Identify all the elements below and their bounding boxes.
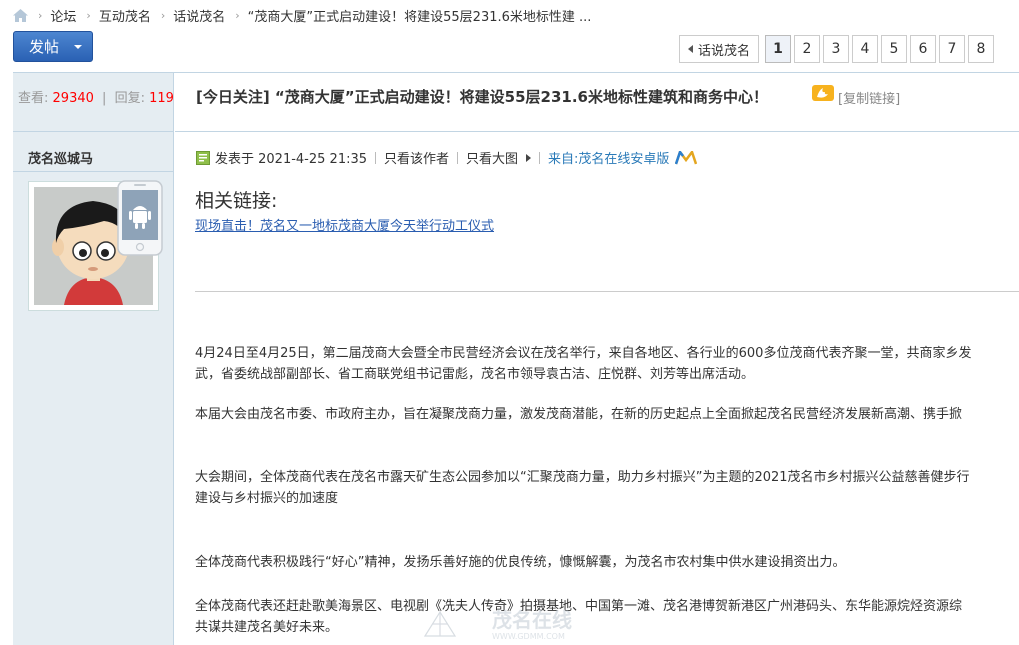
content-divider xyxy=(195,291,1019,292)
breadcrumb-item-forum[interactable]: 论坛 xyxy=(50,6,76,25)
divider xyxy=(13,72,1019,73)
post-date: 发表于 2021-4-25 21:35 xyxy=(215,152,368,167)
chevron-right-icon xyxy=(526,153,532,162)
page-8-button[interactable]: 8 xyxy=(968,35,995,63)
page-1-button[interactable]: 1 xyxy=(765,35,792,63)
pagination: 话说茂名 1 2 3 4 5 6 7 8 xyxy=(679,35,997,63)
meta-separator xyxy=(539,151,541,164)
related-link[interactable]: 现场直击！茂名又一地标茂商大厦今天举行动工仪式 xyxy=(195,215,494,234)
breadcrumb-item-thread: “茂商大厦”正式启动建设！将建设55层231.6米地标性建 ... xyxy=(247,9,592,25)
android-phone-icon xyxy=(117,180,163,256)
post-paragraph: 4月24日至4月25日，第二届茂商大会暨全市民营经济会议在茂名举行，来自各地区、… xyxy=(195,346,972,361)
divider xyxy=(175,131,1019,132)
divider xyxy=(13,171,174,172)
related-links-heading: 相关链接: xyxy=(195,190,278,212)
chevron-left-icon xyxy=(688,45,693,53)
thread-title: [今日关注] “茂商大厦”正式启动建设！将建设55层231.6米地标性建筑和商务… xyxy=(196,88,768,106)
new-post-button[interactable]: 发帖 xyxy=(13,31,93,62)
author-name[interactable]: 茂名巡城马 xyxy=(28,148,93,167)
thread-stats: 查看: 29340 | 回复: 119 xyxy=(18,87,174,106)
post-paragraph: 大会期间，全体茂商代表在茂名市露天矿生态公园参加以“汇聚茂商力量，助力乡村振兴”… xyxy=(195,470,970,485)
stats-separator: | xyxy=(102,91,107,106)
copy-link-button[interactable]: [复制链接] xyxy=(838,88,900,107)
replies-count: 119 xyxy=(149,91,174,106)
new-post-label: 发帖 xyxy=(29,38,60,56)
breadcrumb: › 论坛 › 互动茂名 › 话说茂名 › “茂商大厦”正式启动建设！将建设55层… xyxy=(0,0,1019,30)
breadcrumb-item-interactive[interactable]: 互动茂名 xyxy=(99,6,151,25)
post-paragraph: 武，省委统战部副部长、省工商联党组书记雷彪，茂名市领导袁古洁、庄悦群、刘芳等出席… xyxy=(195,367,755,382)
home-icon[interactable] xyxy=(12,8,28,22)
meta-separator xyxy=(457,151,459,164)
meta-separator xyxy=(375,151,377,164)
post-source-link[interactable]: 来自:茂名在线安卓版 xyxy=(548,148,669,167)
hot-thread-icon xyxy=(812,85,834,101)
page-7-button[interactable]: 7 xyxy=(939,35,966,63)
back-to-board-button[interactable]: 话说茂名 xyxy=(679,35,760,63)
site-watermark: 茂名在线 WWW.GDMM.COM xyxy=(420,606,620,642)
views-label: 查看: xyxy=(18,91,49,106)
breadcrumb-separator: › xyxy=(38,8,43,22)
page-3-button[interactable]: 3 xyxy=(823,35,850,63)
page-2-button[interactable]: 2 xyxy=(794,35,821,63)
page-6-button[interactable]: 6 xyxy=(910,35,937,63)
post-paragraph: 建设与乡村振兴的加速度 xyxy=(195,491,339,506)
breadcrumb-separator: › xyxy=(86,8,91,22)
breadcrumb-item-board[interactable]: 话说茂名 xyxy=(173,6,225,25)
page-5-button[interactable]: 5 xyxy=(881,35,908,63)
divider xyxy=(13,131,174,132)
back-to-board-label: 话说茂名 xyxy=(698,43,751,59)
replies-label: 回复: xyxy=(114,91,145,106)
big-image-link[interactable]: 只看大图 xyxy=(466,148,518,167)
post-paragraph: 本届大会由茂名市委、市政府主办，旨在凝聚茂商力量，激发茂商潜能，在新的历史起点上… xyxy=(195,407,963,422)
only-author-link[interactable]: 只看该作者 xyxy=(384,148,449,167)
watermark-url: WWW.GDMM.COM xyxy=(492,632,565,641)
mobile-app-icon xyxy=(675,150,698,165)
views-count: 29340 xyxy=(52,91,94,106)
post-paragraph: 全体茂商代表积极践行“好心”精神，发扬乐善好施的优良传统，慷慨解囊，为茂名市农村… xyxy=(195,555,846,570)
breadcrumb-separator: › xyxy=(235,8,240,22)
watermark-name: 茂名在线 xyxy=(492,608,572,632)
breadcrumb-separator: › xyxy=(160,8,166,22)
post-meta-icon xyxy=(196,150,210,165)
post-meta-bar: 发表于 2021-4-25 21:35 只看该作者 只看大图 来自:茂名在线安卓… xyxy=(196,148,698,167)
page-4-button[interactable]: 4 xyxy=(852,35,879,63)
chevron-down-icon xyxy=(74,45,82,49)
